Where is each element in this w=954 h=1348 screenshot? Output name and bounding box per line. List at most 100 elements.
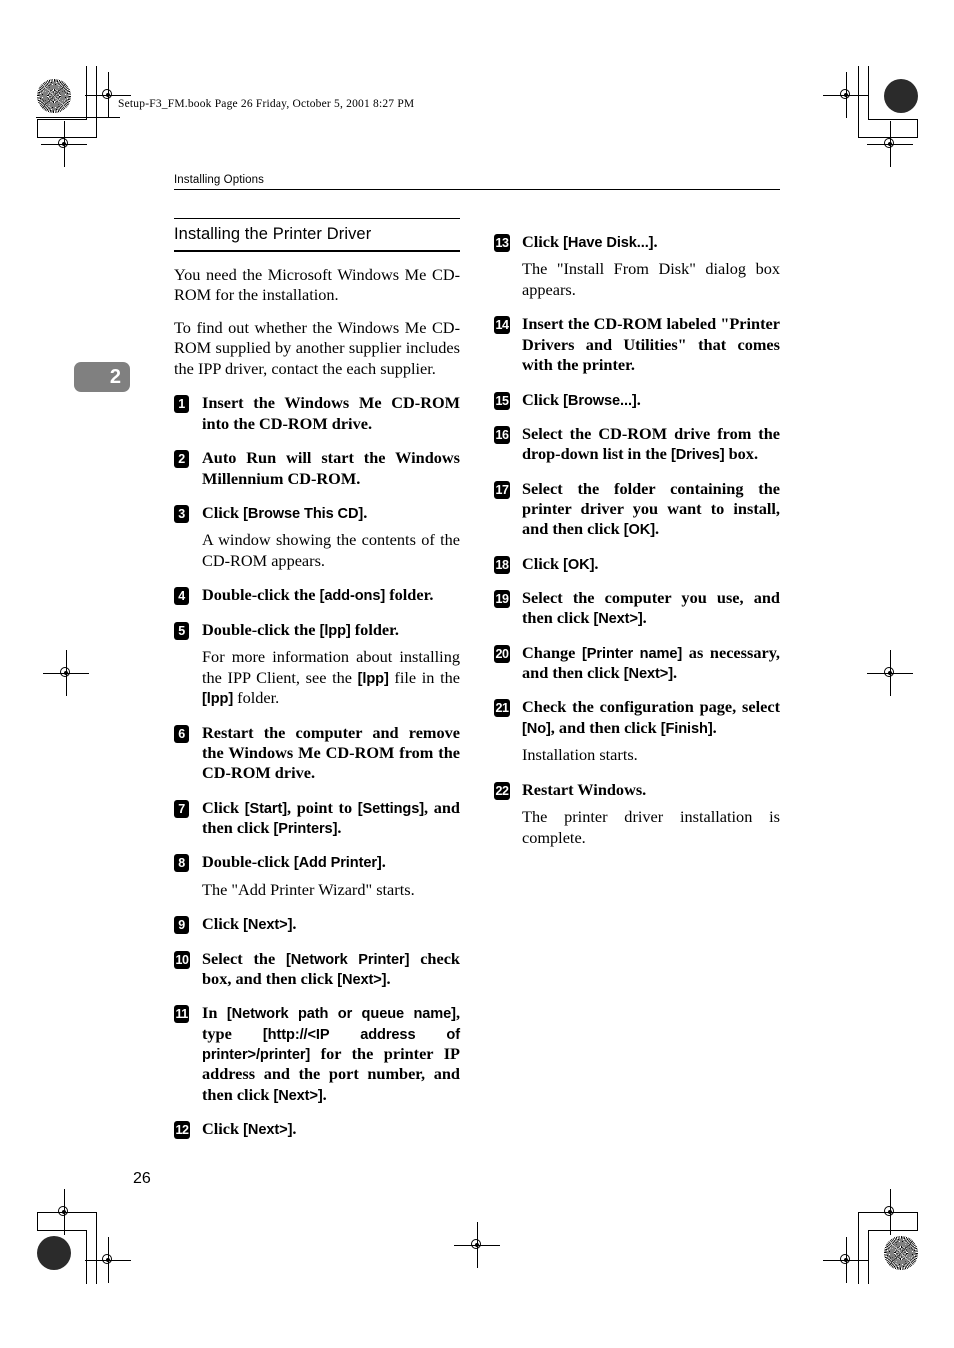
step-number-badge: 8 [174, 854, 189, 873]
text-run: Select the computer you use, and then cl… [522, 588, 780, 628]
ui-token: [Next>] [337, 972, 387, 989]
ui-token: [OK] [623, 522, 655, 539]
ui-token: [Browse This CD] [243, 505, 364, 522]
text-run: Insert the CD-ROM labeled "Printer Drive… [522, 314, 780, 375]
text-run: Click [202, 797, 245, 817]
ui-token: [Next>] [273, 1087, 323, 1104]
step-list-right: 13 Click [Have Disk...]. The "Install From… [494, 232, 780, 848]
step-item: 9 Click [Next>]. [174, 914, 460, 935]
text-run: . [381, 852, 386, 872]
text-run: Double-click the [202, 585, 320, 605]
text-run: Insert the Windows Me CD-ROM into the CD… [202, 393, 460, 433]
text-run: Double-click [202, 852, 294, 872]
step-note: A window showing the contents of the CD-… [202, 530, 460, 570]
ui-token: [Start] [244, 800, 287, 817]
ui-token: [Next>] [243, 1122, 293, 1139]
step-item: 8 Double-click [Add Printer]. The "Add Pri… [174, 852, 460, 900]
step-text: Click [Start], point to [Settings], and … [202, 798, 460, 839]
text-run: Restart the computer and remove the Wind… [202, 722, 460, 783]
text-run: Double-click the [202, 619, 320, 639]
step-number-badge: 11 [174, 1005, 190, 1024]
step-number-badge: 1 [174, 395, 189, 414]
step-item: 7 Click [Start], point to [Settings], and… [174, 798, 460, 839]
step-text: Restart Windows. [522, 780, 780, 800]
step-number-badge: 4 [174, 587, 189, 606]
step-text: Restart the computer and remove the Wind… [202, 723, 460, 784]
step-text: Click [OK]. [522, 554, 780, 574]
step-item: 5 Double-click the [lpp] folder. For more … [174, 620, 460, 709]
step-number-badge: 6 [174, 724, 189, 743]
page-content: Installing Options 2 Installing the Prin… [0, 0, 954, 1348]
text-run: In [202, 1003, 227, 1023]
text-run: . [322, 1084, 327, 1104]
step-number-badge: 2 [174, 450, 189, 469]
text-run: . [672, 663, 678, 683]
step-text: Insert the Windows Me CD-ROM into the CD… [202, 393, 460, 434]
ui-token: [Printer name] [582, 645, 683, 662]
step-number-badge: 22 [494, 781, 510, 800]
text-run: . [363, 502, 368, 522]
text-run: . [655, 519, 660, 539]
step-item: 12 Click [Next>]. [174, 1119, 460, 1140]
ui-token: [lpp] [202, 691, 234, 708]
step-item: 20 Change [Printer name] as necessary, an… [494, 643, 780, 684]
step-text: Select the [Network Printer] check box, … [202, 949, 460, 990]
ui-token: [Browse...] [563, 392, 637, 409]
step-number-badge: 18 [494, 555, 510, 574]
step-text: Select the folder containing the printer… [522, 479, 780, 540]
step-text: Click [Have Disk...]. [522, 232, 780, 252]
text-run: Click [202, 914, 244, 934]
step-number-badge: 16 [494, 425, 510, 444]
ui-token: [No] [522, 720, 551, 737]
step-text: Click [Browse...]. [522, 390, 780, 410]
step-number-badge: 7 [174, 799, 189, 818]
left-column: Installing the Printer Driver You need t… [174, 218, 460, 1140]
ui-token: [Printers] [273, 821, 338, 838]
ui-token: [Next>] [593, 611, 643, 628]
text-run: Click [522, 389, 564, 409]
step-text: Click [Next>]. [202, 914, 460, 934]
step-item: 18 Click [OK]. [494, 554, 780, 574]
step-item: 4 Double-click the [add-ons] folder. [174, 585, 460, 606]
step-text: Select the CD-ROM drive from the drop-do… [522, 424, 780, 465]
ui-token: [Next>] [623, 666, 673, 683]
text-run: folder. [233, 688, 280, 708]
text-run: Change [522, 642, 583, 662]
step-item: 1 Insert the Windows Me CD-ROM into the C… [174, 393, 460, 434]
text-run: . [636, 389, 641, 409]
text-run: Click [202, 1119, 244, 1139]
step-note: Installation starts. [522, 745, 638, 765]
intro-paragraph: You need the Microsoft Windows Me CD-ROM… [174, 264, 460, 305]
section-heading-text: Installing the Printer Driver [174, 225, 372, 244]
step-number-badge: 13 [494, 234, 510, 252]
step-text: Double-click [Add Printer]. [202, 852, 460, 872]
step-item: 2 Auto Run will start the Windows Millenn… [174, 448, 460, 489]
step-item: 19 Select the computer you use, and then … [494, 588, 780, 629]
text-run: , and then click [550, 717, 661, 737]
ui-token: [Finish] [660, 720, 713, 737]
chapter-tab: 2 [74, 362, 130, 392]
step-number-badge: 3 [174, 504, 189, 523]
step-item: 11 In [Network path or queue name], type … [174, 1003, 460, 1105]
running-header-rule [174, 189, 780, 191]
text-run: Auto Run will start the Windows Millenni… [202, 448, 460, 488]
step-item: 15 Click [Browse...]. [494, 390, 780, 410]
step-item: 14 Insert the CD-ROM labeled "Printer Dri… [494, 314, 780, 375]
ui-token: [OK] [563, 556, 595, 573]
step-item: 17 Select the folder containing the print… [494, 479, 780, 540]
step-text: Select the computer you use, and then cl… [522, 588, 780, 629]
step-number-badge: 9 [174, 916, 189, 935]
step-number-badge: 5 [174, 621, 189, 640]
text-run: box. [724, 444, 759, 464]
step-note: For more information about installing th… [202, 647, 460, 709]
text-run: . [594, 553, 599, 573]
text-run: Restart Windows. [522, 779, 647, 799]
ui-token: [Add Printer] [293, 855, 382, 872]
step-item: 13 Click [Have Disk...]. The "Install From… [494, 232, 780, 300]
step-item: 16 Select the CD-ROM drive from the drop-… [494, 424, 780, 465]
ui-token: [lpp] [319, 622, 351, 639]
step-list-left: 1 Insert the Windows Me CD-ROM into the C… [174, 393, 460, 1140]
text-run: file in the [388, 667, 460, 687]
step-number-badge: 14 [494, 316, 510, 335]
ui-token: [Network path or queue name] [226, 1006, 456, 1023]
